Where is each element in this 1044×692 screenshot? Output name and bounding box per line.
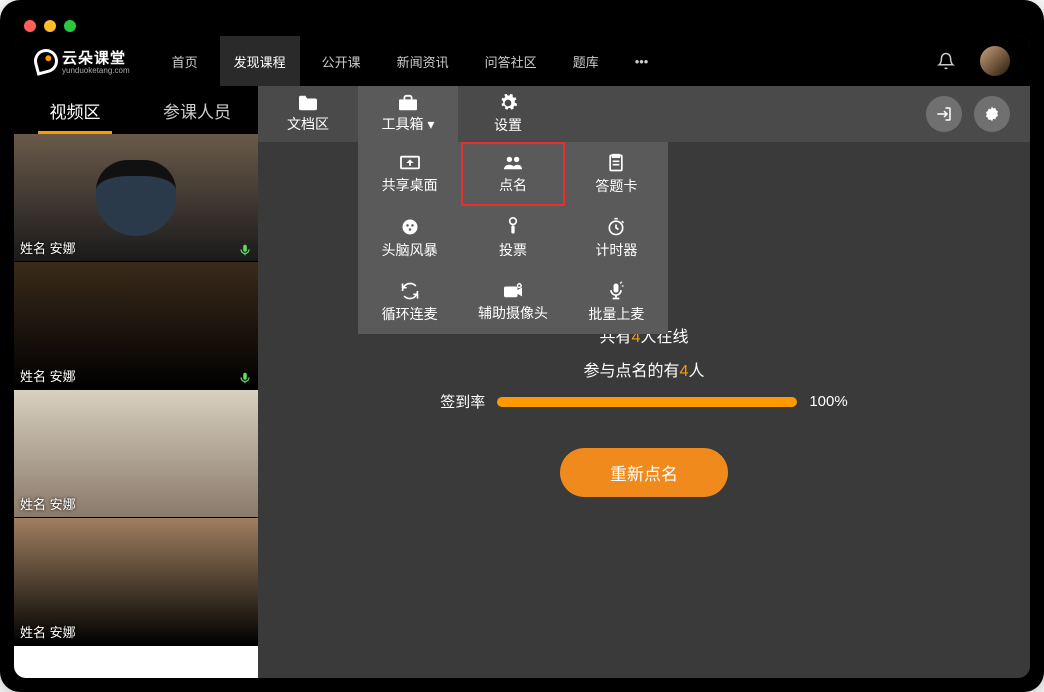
tool-cycle-mic[interactable]: 循环连麦 [358,270,461,334]
tool-label: 循环连麦 [382,304,438,324]
toolbar-settings[interactable]: 设置 [458,86,558,142]
top-nav: 云朵课堂 yunduoketang.com 首页 发现课程 公开课 新闻资讯 问… [14,36,1030,86]
bell-icon[interactable] [928,43,964,79]
tool-label: 头脑风暴 [382,240,438,260]
toolbar-label: 设置 [494,115,522,135]
maximize-window[interactable] [64,20,76,32]
tool-label: 批量上麦 [588,304,644,324]
logo-text: 云朵课堂 [62,50,126,67]
video-item[interactable]: 姓名 安娜 [14,390,258,518]
participant-name: 姓名 安娜 [20,494,76,513]
toolbar-label: 文档区 [287,114,329,134]
window-controls [24,20,76,32]
tool-answer-card[interactable]: 答题卡 [565,142,668,206]
participant-name: 姓名 安娜 [20,238,76,257]
minimize-window[interactable] [44,20,56,32]
tool-label: 投票 [499,240,527,260]
tab-attendees[interactable]: 参课人员 [136,86,258,134]
nav-discover[interactable]: 发现课程 [220,36,300,86]
briefcase-icon [397,94,419,112]
timer-icon [606,217,626,237]
tool-label: 点名 [499,175,527,195]
toolbox-dropdown: 共享桌面 点名 答题卡 头脑风暴 [358,142,668,334]
video-item[interactable]: 姓名 安娜 [14,518,258,646]
video-item-empty [14,646,258,678]
tab-video[interactable]: 视频区 [14,86,136,134]
rate-label: 签到率 [440,391,485,412]
batch-mic-icon [607,281,625,301]
tool-label: 共享桌面 [382,175,438,195]
tool-brainstorm[interactable]: 头脑风暴 [358,206,461,270]
logo-icon [31,46,60,75]
rollcall-panel: 共有4人在线 参与点名的有4人 签到率 100% 重新点名 [440,323,847,497]
exit-button[interactable] [926,96,962,132]
folder-icon [297,94,319,112]
aux-camera-icon [502,282,524,300]
tool-vote[interactable]: 投票 [461,206,564,270]
share-screen-icon [399,154,421,172]
logo[interactable]: 云朵课堂 yunduoketang.com [34,47,130,75]
brainstorm-icon [400,217,420,237]
cycle-mic-icon [400,281,420,301]
rollcall-rate-row: 签到率 100% [440,391,847,412]
tool-aux-camera[interactable]: 辅助摄像头 [461,270,564,334]
exit-icon [935,105,953,123]
video-item[interactable]: 姓名 安娜 [14,262,258,390]
mic-icon [238,371,252,385]
settings-button[interactable] [974,96,1010,132]
toolbar-toolbox[interactable]: 工具箱 ▾ [358,86,458,142]
participant-name: 姓名 安娜 [20,366,76,385]
nav-open-class[interactable]: 公开课 [308,36,375,86]
re-rollcall-button[interactable]: 重新点名 [560,448,728,497]
nav-qa[interactable]: 问答社区 [471,36,551,86]
mic-icon [238,243,252,257]
tool-label: 答题卡 [595,176,637,196]
tool-batch-mic[interactable]: 批量上麦 [565,270,668,334]
tool-label: 辅助摄像头 [478,303,548,323]
tool-timer[interactable]: 计时器 [565,206,668,270]
video-list: 姓名 安娜 姓名 安娜 姓名 安娜 姓名 安娜 [14,134,258,678]
answer-card-icon [607,153,625,173]
main-area: 文档区 工具箱 ▾ 设置 [258,86,1030,678]
nav-home[interactable]: 首页 [158,36,212,86]
nav-news[interactable]: 新闻资讯 [383,36,463,86]
gear-icon [498,93,518,113]
tool-rollcall[interactable]: 点名 [461,142,564,206]
close-window[interactable] [24,20,36,32]
nav-more[interactable]: ••• [621,36,663,86]
tool-share-screen[interactable]: 共享桌面 [358,142,461,206]
gear-icon [983,105,1001,123]
avatar[interactable] [980,46,1010,76]
vote-icon [504,217,522,237]
rate-value: 100% [809,393,847,410]
nav-question-bank[interactable]: 题库 [559,36,613,86]
participant-name: 姓名 安娜 [20,622,76,641]
caret-down-icon: ▾ [427,116,434,132]
tool-label: 计时器 [595,240,637,260]
toolbar: 文档区 工具箱 ▾ 设置 [258,86,1030,142]
sidebar: 视频区 参课人员 姓名 安娜 姓名 安娜 [14,86,258,678]
rate-progress-bar [497,397,797,407]
video-item[interactable]: 姓名 安娜 [14,134,258,262]
toolbar-label: 工具箱 ▾ [382,114,435,134]
people-icon [502,154,524,172]
rollcall-participated-text: 参与点名的有4人 [584,357,705,381]
logo-sub: yunduoketang.com [62,66,130,75]
toolbar-documents[interactable]: 文档区 [258,86,358,142]
